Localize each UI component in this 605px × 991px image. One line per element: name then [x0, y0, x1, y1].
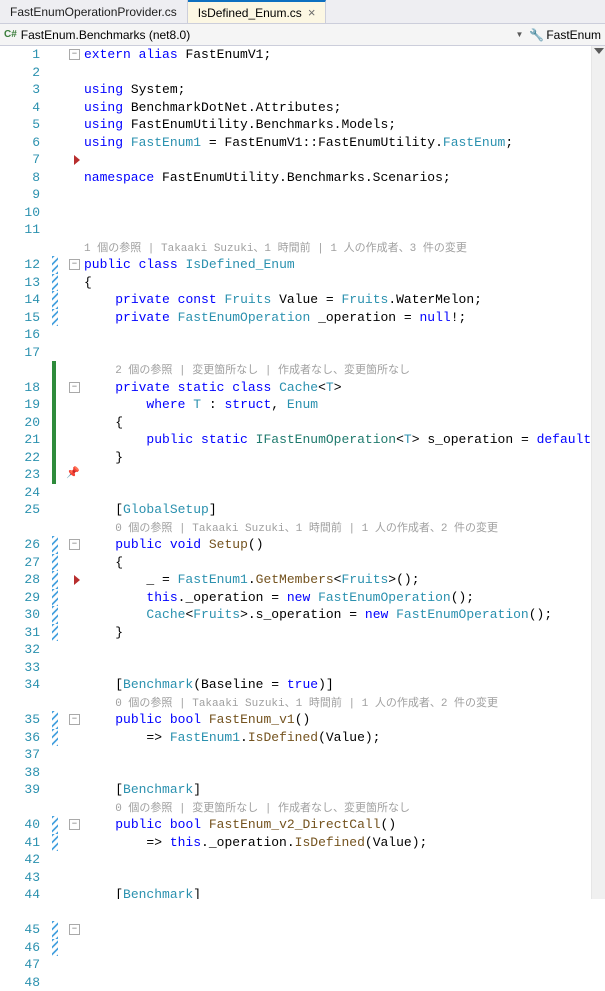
- scroll-caret-icon: [594, 48, 604, 54]
- csharp-icon: C#: [4, 29, 17, 40]
- tab-inactive[interactable]: FastEnumOperationProvider.cs: [0, 0, 188, 23]
- line-number-gutter: 1234567891011121314151617181920212223242…: [0, 46, 52, 899]
- tab-bar: FastEnumOperationProvider.cs IsDefined_E…: [0, 0, 605, 24]
- tab-active[interactable]: IsDefined_Enum.cs ×: [188, 0, 327, 23]
- scrollbar[interactable]: [591, 46, 605, 899]
- context-type: FastEnum: [546, 28, 601, 42]
- wrench-icon: 🔧: [529, 28, 544, 42]
- context-right[interactable]: ▼ 🔧 FastEnum: [511, 28, 601, 42]
- tab-label: FastEnumOperationProvider.cs: [10, 5, 177, 19]
- context-left[interactable]: C# FastEnum.Benchmarks (net8.0): [4, 28, 190, 42]
- marker-column: −−−📌−−−−: [52, 46, 82, 899]
- tab-label: IsDefined_Enum.cs: [198, 6, 302, 20]
- context-label: FastEnum.Benchmarks (net8.0): [21, 28, 190, 42]
- code-area[interactable]: extern alias FastEnumV1;using System;usi…: [82, 46, 591, 899]
- close-icon[interactable]: ×: [308, 5, 316, 20]
- code-editor[interactable]: 1234567891011121314151617181920212223242…: [0, 46, 605, 899]
- chevron-down-icon[interactable]: ▼: [511, 30, 527, 39]
- context-bar: C# FastEnum.Benchmarks (net8.0) ▼ 🔧 Fast…: [0, 24, 605, 46]
